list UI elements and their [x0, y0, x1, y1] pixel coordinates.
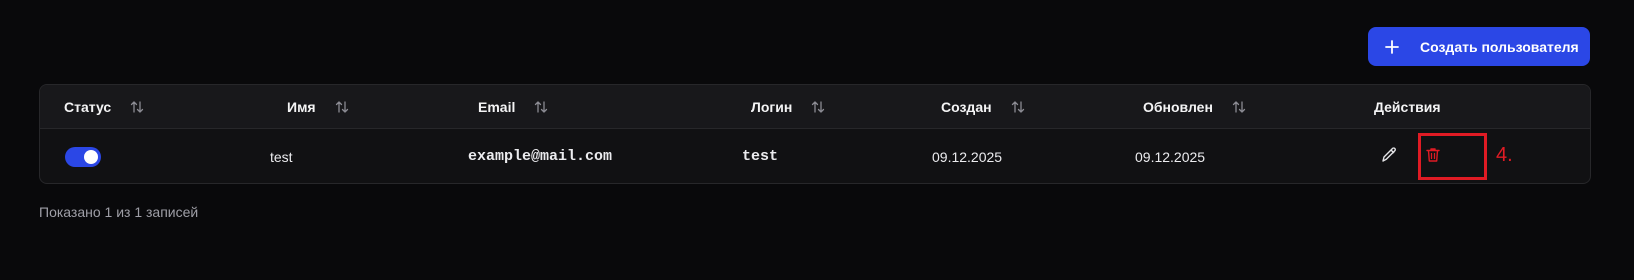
sort-arrows-icon[interactable] [1231, 99, 1247, 115]
records-summary: Показано 1 из 1 записей [39, 204, 199, 220]
create-user-label: Создать пользователя [1420, 38, 1579, 55]
email-cell: example@mail.com [468, 148, 613, 165]
column-header-label: Статус [64, 99, 112, 115]
name-cell: test [270, 148, 293, 165]
users-table: Статус Имя Email Логин Создан Обновлен Д… [39, 84, 1591, 184]
column-header-status[interactable]: Статус [64, 85, 145, 129]
plus-icon [1384, 39, 1400, 55]
column-header-label: Создан [941, 99, 992, 115]
status-toggle[interactable] [65, 146, 101, 167]
created-cell: 09.12.2025 [932, 148, 1003, 165]
table-row: test example@mail.com test 09.12.2025 09… [40, 129, 1590, 183]
login-cell: test [742, 148, 779, 165]
sort-arrows-icon[interactable] [810, 99, 826, 115]
column-header-label: Действия [1374, 99, 1441, 115]
column-header-updated[interactable]: Обновлен [1143, 85, 1247, 129]
table-header: Статус Имя Email Логин Создан Обновлен Д… [40, 85, 1590, 129]
users-page: Создать пользователя Статус Имя Email Ло… [0, 0, 1634, 280]
column-header-email[interactable]: Email [478, 85, 549, 129]
sort-arrows-icon[interactable] [533, 99, 549, 115]
pencil-icon [1380, 146, 1398, 167]
column-header-label: Имя [287, 99, 316, 115]
column-header-name[interactable]: Имя [287, 85, 350, 129]
create-user-button[interactable]: Создать пользователя [1368, 27, 1590, 66]
delete-highlight-box [1418, 133, 1487, 180]
column-header-login[interactable]: Логин [751, 85, 826, 129]
sort-arrows-icon[interactable] [1010, 99, 1026, 115]
column-header-created[interactable]: Создан [941, 85, 1026, 129]
edit-button[interactable] [1379, 129, 1399, 183]
column-header-label: Логин [751, 99, 793, 115]
sort-arrows-icon[interactable] [129, 99, 145, 115]
sort-arrows-icon[interactable] [334, 99, 350, 115]
toggle-knob [84, 149, 98, 164]
column-header-label: Обновлен [1143, 99, 1213, 115]
updated-cell: 09.12.2025 [1135, 148, 1206, 165]
column-header-actions: Действия [1374, 85, 1441, 129]
column-header-label: Email [478, 99, 516, 115]
status-cell [65, 129, 101, 183]
annotation-marker: 4. [1496, 144, 1513, 166]
